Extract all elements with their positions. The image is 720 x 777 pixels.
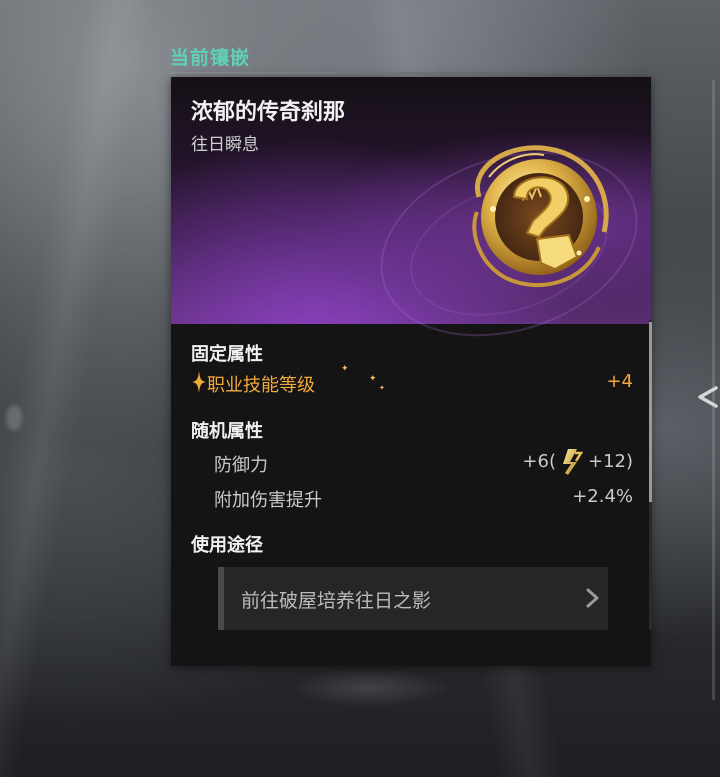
chevron-right-icon	[586, 588, 599, 608]
item-subtitle: 往日瞬息	[191, 135, 259, 155]
usage-link-button[interactable]: 前往破屋培养往日之影	[218, 567, 608, 630]
random-attribute-label: 附加伤害提升	[214, 490, 322, 511]
random-attribute-value: +2.4%	[572, 486, 633, 507]
gold-chain-link-icon	[562, 449, 584, 475]
scrollbar-thumb[interactable]	[649, 322, 652, 502]
random-attributes-heading: 随机属性	[191, 421, 263, 442]
bottom-glow	[290, 668, 450, 708]
item-detail-card: 浓郁的传奇刹那 往日瞬息 固定属性 职业技能等级 ✦ ✦ ✦ +4 随机属性 防…	[171, 77, 651, 666]
item-name: 浓郁的传奇刹那	[191, 100, 346, 125]
sparkle-icon	[192, 371, 206, 393]
section-title: 当前镶嵌	[170, 47, 251, 69]
golden-emblem-icon	[472, 145, 609, 287]
section-divider	[170, 72, 651, 74]
sparkle-icon: ✦	[341, 364, 349, 374]
base-value: +6(	[522, 451, 556, 472]
fixed-attributes-heading: 固定属性	[191, 344, 263, 365]
chevron-left-icon[interactable]	[696, 382, 718, 412]
random-attribute-value: +6( +12)	[522, 447, 633, 477]
background-highlight	[6, 405, 22, 431]
sparkle-icon: ✦	[379, 384, 385, 392]
sparkle-icon: ✦	[369, 374, 377, 384]
bonus-value: +12)	[587, 451, 633, 472]
usage-link-label: 前往破屋培养往日之影	[241, 590, 432, 612]
fixed-attribute-label: 职业技能等级	[207, 375, 315, 396]
fixed-attribute-value: +4	[606, 371, 633, 392]
random-attribute-label: 防御力	[214, 455, 268, 476]
item-header: 浓郁的传奇刹那 往日瞬息	[171, 77, 651, 368]
usage-heading: 使用途径	[191, 535, 263, 556]
